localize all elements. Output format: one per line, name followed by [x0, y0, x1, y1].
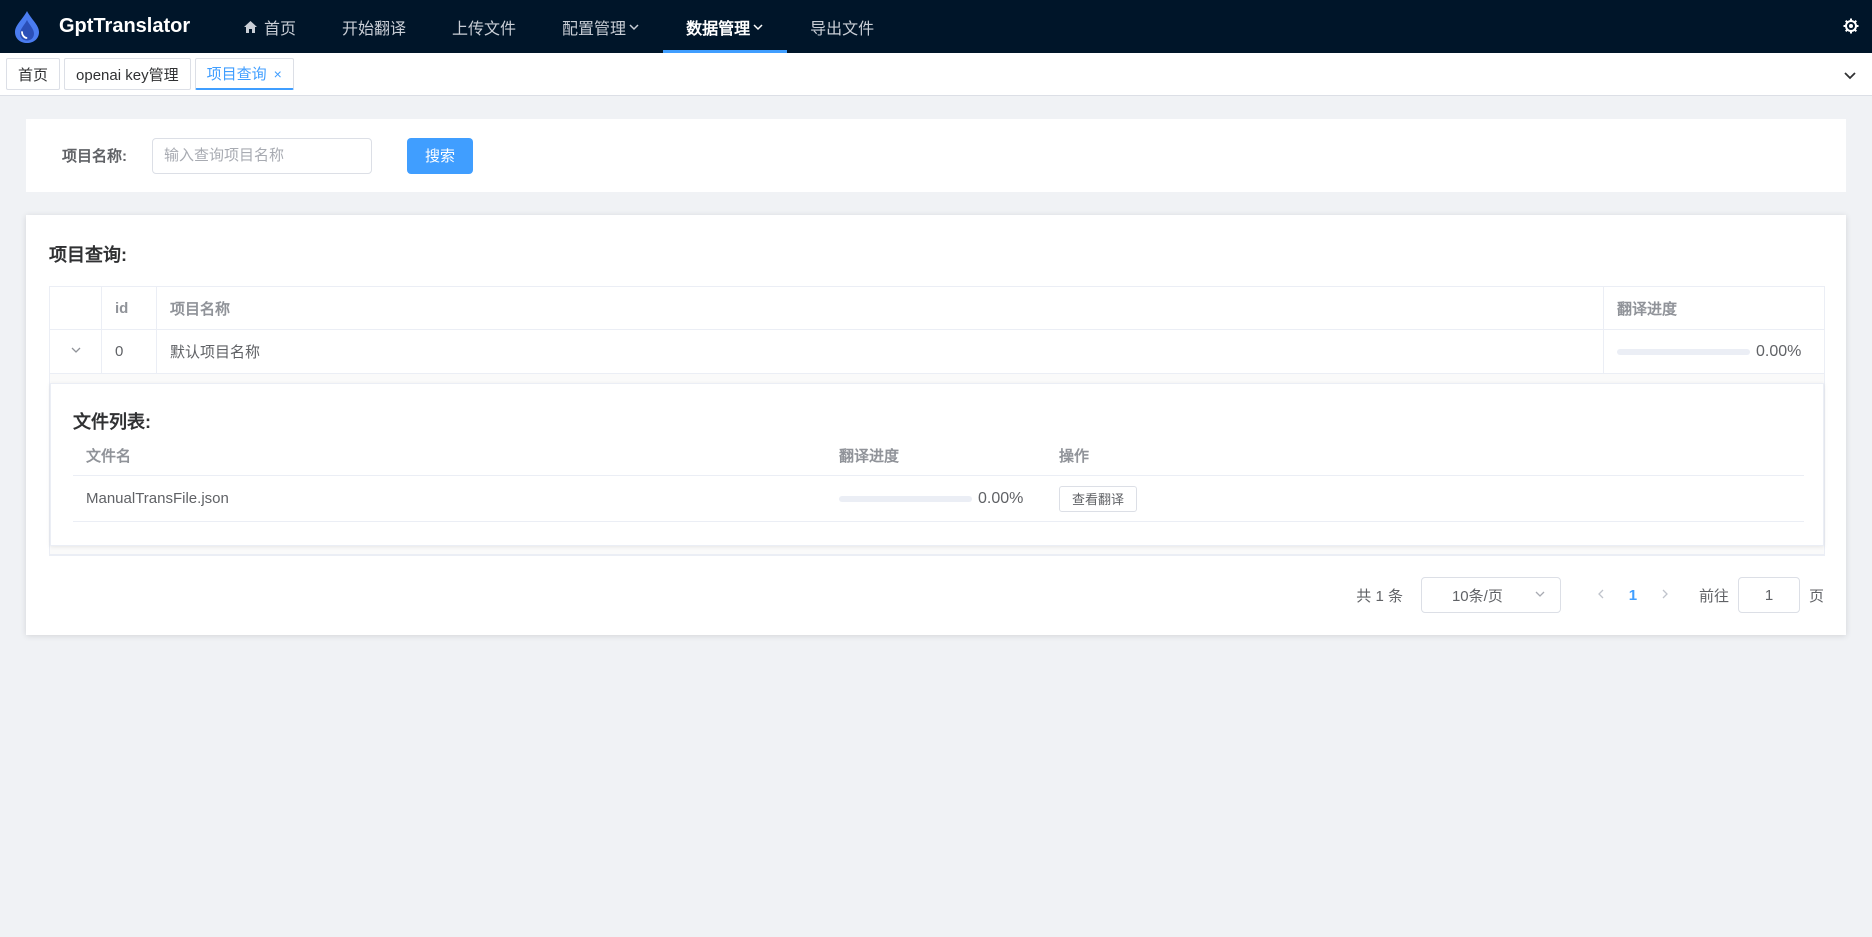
header-name: 项目名称: [157, 287, 1604, 329]
nav-item-export[interactable]: 导出文件: [787, 0, 897, 53]
header-progress: 翻译进度: [1617, 300, 1678, 318]
app-title: GptTranslator: [59, 15, 191, 37]
nav-item-label: 配置管理: [562, 20, 627, 38]
expanded-row: 文件列表: 文件名 翻译进度 操作 ManualTransFile.json 0…: [50, 374, 1824, 555]
brand[interactable]: GptTranslator: [0, 0, 220, 53]
chevron-down-icon: [752, 21, 764, 33]
tag-openai-key[interactable]: openai key管理: [64, 58, 191, 90]
header-operation: 操作: [1059, 448, 1090, 465]
file-name: ManualTransFile.json: [86, 490, 229, 507]
next-page-button[interactable]: [1649, 579, 1681, 611]
project-table: id 项目名称 翻译进度 0 默认项目名称 0.00% 文件列表: 文件名 翻译…: [49, 286, 1825, 556]
gear-icon[interactable]: [1842, 17, 1860, 35]
row-progress: 0.00%: [1604, 330, 1824, 373]
page-jumper: 前往 页: [1699, 577, 1824, 613]
pagination-total: 共 1 条: [1356, 587, 1403, 605]
close-icon[interactable]: ×: [274, 66, 282, 82]
search-label: 项目名称:: [62, 148, 127, 165]
drop-logo-icon: [13, 10, 43, 44]
header-file-progress: 翻译进度: [839, 448, 900, 465]
search-button[interactable]: 搜索: [407, 137, 473, 174]
file-table-header: 文件名 翻译进度 操作: [73, 436, 1804, 476]
main-nav: 首页 开始翻译 上传文件 配置管理 数据管理 导出文件: [220, 0, 897, 53]
search-panel: 项目名称: 搜索: [26, 119, 1846, 192]
tag-label: openai key管理: [76, 66, 179, 84]
chevron-down-icon: [1534, 587, 1546, 604]
top-navbar: GptTranslator 首页 开始翻译 上传文件 配置管理 数据管理 导出文…: [0, 0, 1872, 53]
progress-text: 0.00%: [978, 489, 1024, 507]
nav-item-label: 数据管理: [686, 20, 751, 38]
file-table: 文件名 翻译进度 操作 ManualTransFile.json 0.00% 查…: [73, 436, 1804, 522]
nav-item-label: 开始翻译: [342, 20, 407, 38]
table-header-row: id 项目名称 翻译进度: [50, 287, 1824, 330]
tag-label: 项目查询: [206, 66, 267, 83]
goto-label: 前往: [1698, 587, 1729, 605]
view-translation-button[interactable]: 查看翻译: [1059, 485, 1138, 512]
prev-page-button[interactable]: [1585, 579, 1617, 611]
search-input[interactable]: [152, 137, 372, 174]
nav-item-label: 导出文件: [810, 20, 875, 38]
nav-item-label: 首页: [264, 20, 297, 38]
progress-track: [839, 495, 972, 502]
header-expand-cell: [50, 287, 102, 329]
table-row: ManualTransFile.json 0.00% 查看翻译: [73, 476, 1804, 522]
page-size-select[interactable]: 10条/页: [1420, 577, 1561, 613]
progress-bar: 0.00%: [839, 490, 1023, 508]
tags-bar: 首页 openai key管理 项目查询 ×: [0, 53, 1872, 96]
nav-item-home[interactable]: 首页: [220, 0, 319, 53]
nav-item-upload[interactable]: 上传文件: [429, 0, 539, 53]
goto-page-input[interactable]: [1737, 577, 1800, 613]
project-card: 项目查询: id 项目名称 翻译进度 0 默认项目名称 0.00% 文件列表: …: [26, 215, 1846, 635]
nav-item-label: 上传文件: [452, 20, 517, 38]
page-title: 项目查询:: [49, 245, 127, 265]
tag-home[interactable]: 首页: [6, 58, 61, 90]
file-list-card: 文件列表: 文件名 翻译进度 操作 ManualTransFile.json 0…: [50, 383, 1824, 546]
file-list-title: 文件列表:: [73, 412, 151, 432]
progress-text: 0.00%: [1756, 342, 1802, 360]
tag-project-query[interactable]: 项目查询 ×: [194, 58, 294, 90]
page-suffix: 页: [1808, 587, 1824, 605]
file-progress: 0.00%: [826, 476, 1046, 521]
page-number[interactable]: 1: [1617, 587, 1649, 604]
chevron-left-icon: [1595, 587, 1607, 604]
progress-bar: 0.00%: [1617, 343, 1801, 361]
file-operation: 查看翻译: [1046, 476, 1804, 521]
expand-toggle[interactable]: [50, 330, 102, 373]
chevron-down-icon[interactable]: [1842, 67, 1858, 83]
chevron-down-icon: [628, 21, 640, 33]
pagination: 共 1 条 10条/页 1 前往 页: [1356, 577, 1824, 613]
header-file-name: 文件名: [86, 448, 132, 465]
tag-label: 首页: [18, 66, 49, 84]
header-id: id: [102, 287, 157, 329]
progress-track: [1617, 348, 1750, 355]
chevron-down-icon: [70, 343, 82, 360]
nav-item-config[interactable]: 配置管理: [539, 0, 663, 53]
nav-item-data[interactable]: 数据管理: [663, 0, 788, 53]
page-size-value: 10条/页: [1451, 587, 1503, 605]
chevron-right-icon: [1659, 587, 1671, 604]
nav-item-start-translate[interactable]: 开始翻译: [319, 0, 429, 53]
home-icon: [243, 20, 258, 34]
row-id: 0: [102, 330, 157, 373]
row-name: 默认项目名称: [157, 330, 1604, 373]
table-row[interactable]: 0 默认项目名称 0.00%: [50, 330, 1824, 374]
